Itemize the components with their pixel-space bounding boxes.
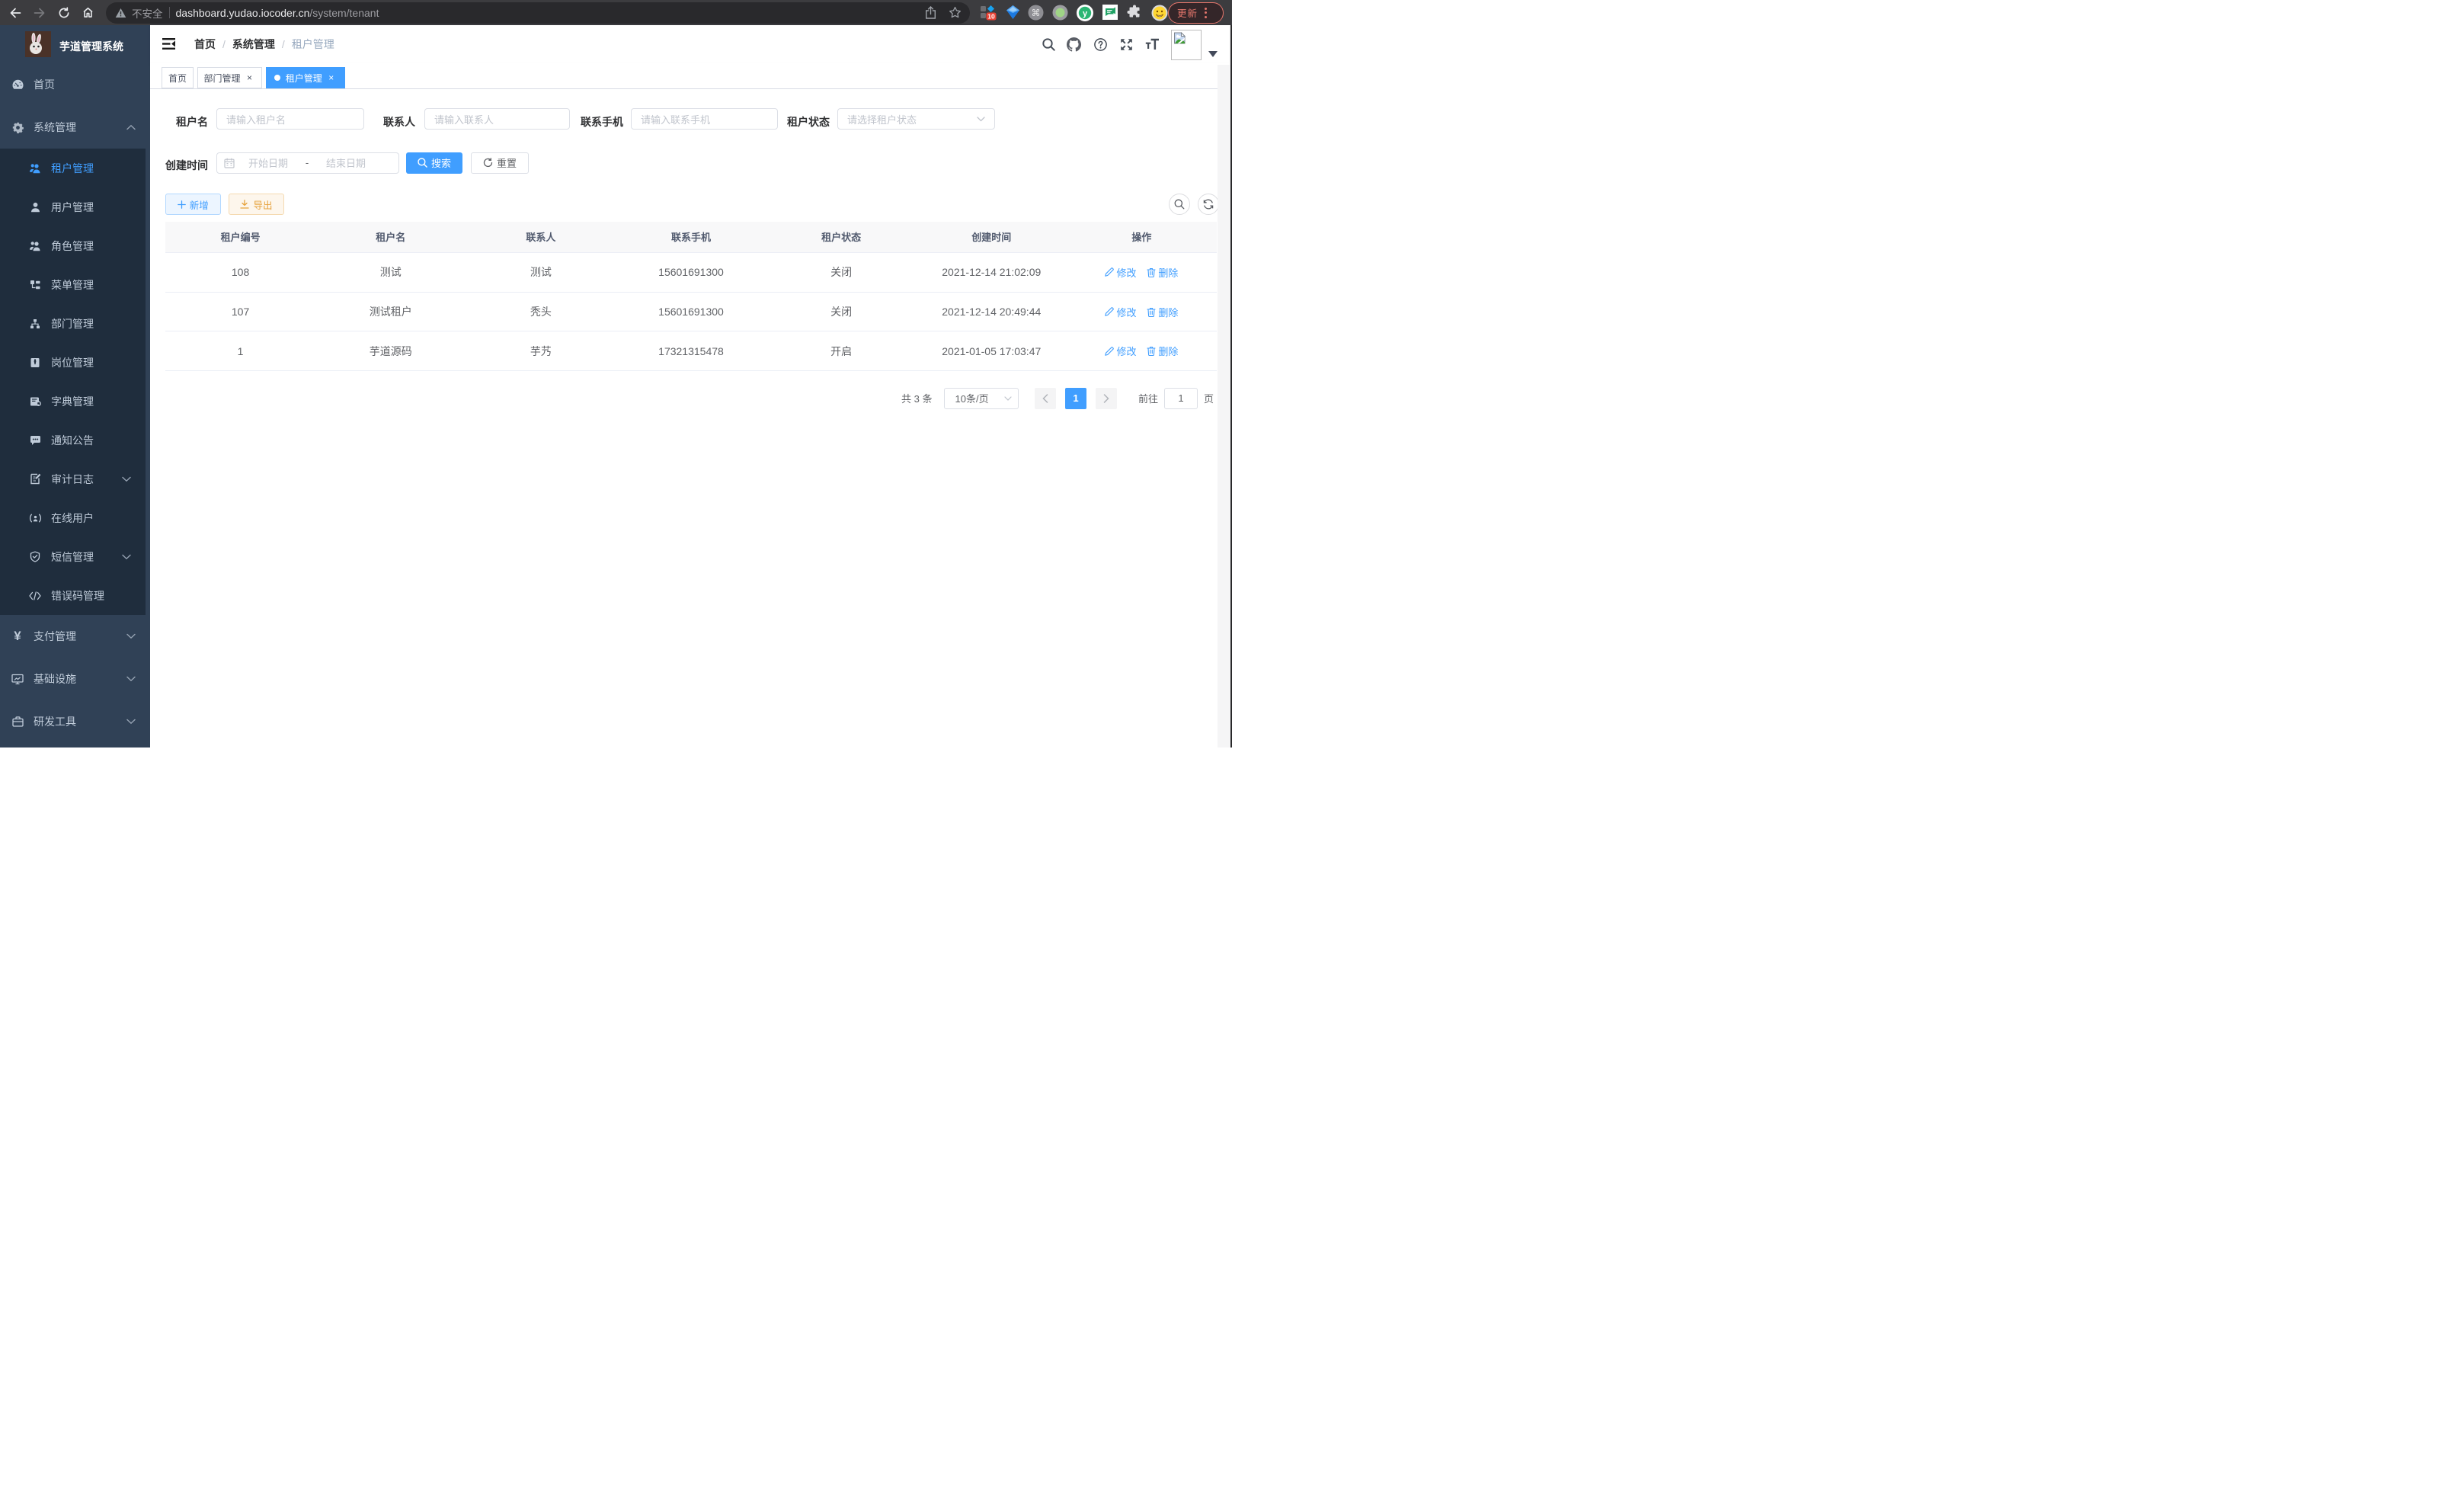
svg-text:y: y [1083,9,1088,18]
svg-text:⌘: ⌘ [1032,8,1041,18]
svg-text:10: 10 [987,12,995,20]
